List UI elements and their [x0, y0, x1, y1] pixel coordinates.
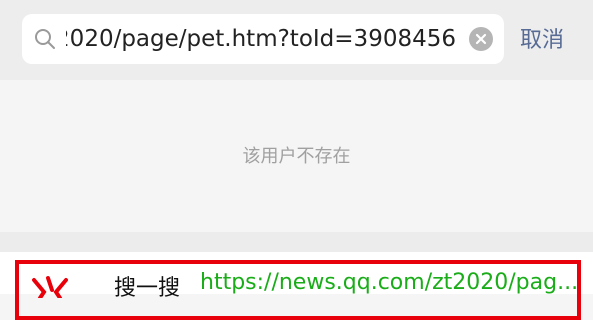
sousou-result-row[interactable]: 搜一搜 https://news.qq.com/zt2020/pag... — [0, 252, 593, 320]
sousou-link[interactable]: https://news.qq.com/zt2020/pag... — [200, 270, 580, 295]
cancel-button[interactable]: 取消 — [520, 26, 564, 56]
empty-state-message: 该用户不存在 — [242, 146, 351, 167]
search-input[interactable]: t2020/page/pet.htm?toId=3908456 — [66, 14, 456, 64]
search-bar: t2020/page/pet.htm?toId=3908456 取消 — [0, 0, 593, 80]
section-divider — [0, 232, 593, 252]
empty-state: 该用户不存在 — [0, 80, 593, 232]
search-input-text: t2020/page/pet.htm?toId=3908456 — [66, 26, 456, 52]
sousou-icon — [32, 276, 68, 298]
search-icon — [35, 29, 55, 49]
sousou-label: 搜一搜 — [114, 276, 181, 301]
search-box[interactable]: t2020/page/pet.htm?toId=3908456 — [22, 14, 504, 64]
clear-icon[interactable] — [469, 27, 493, 51]
